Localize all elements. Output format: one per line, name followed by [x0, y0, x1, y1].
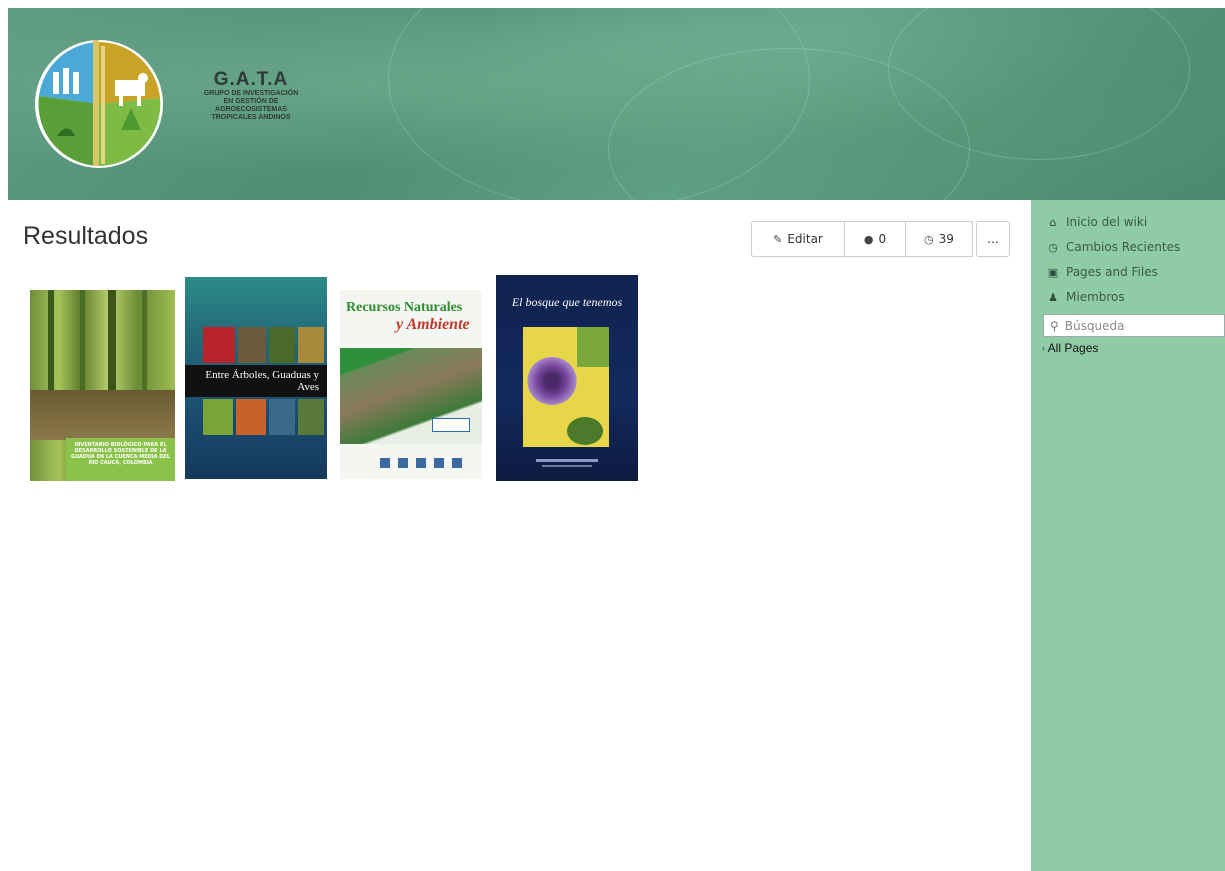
- sidebar-item-label: Inicio del wiki: [1066, 215, 1148, 229]
- logo-subtitle-line: TROPICALES ANDINOS: [211, 114, 291, 121]
- bird-photo: [269, 327, 295, 363]
- comments-icon: ●: [863, 232, 874, 246]
- file-icon: ▣: [1047, 265, 1059, 279]
- leaf-shape: [577, 327, 609, 367]
- pencil-icon: ✎: [773, 232, 783, 246]
- publisher-logo: [432, 418, 470, 432]
- logo-subtitle-line: AGROECOSISTEMAS: [215, 106, 287, 113]
- cover-title-line1: Recursos Naturales: [346, 300, 463, 315]
- bird-photo: [298, 327, 324, 363]
- book-cover-birds[interactable]: Entre Árboles, Guaduas y Aves: [185, 277, 327, 479]
- cover-title-line2: y Ambiente: [396, 316, 470, 333]
- flower-photo: [523, 327, 609, 447]
- edit-button[interactable]: ✎ Editar: [751, 221, 845, 257]
- gata-logo-icon[interactable]: [33, 38, 165, 170]
- page-toolbar: ✎ Editar ● 0 ◷ 39 ...: [751, 221, 1010, 257]
- comments-button[interactable]: ● 0: [844, 221, 906, 257]
- sidebar-item-label: Cambios Recientes: [1066, 240, 1181, 254]
- logo-subtitle-line: GRUPO DE INVESTIGACIÓN: [203, 90, 299, 97]
- bird-photo: [238, 327, 266, 363]
- search-box[interactable]: ⚲: [1043, 314, 1225, 337]
- bird-photo: [203, 399, 233, 435]
- logo-text: G.A.T.A GRUPO DE INVESTIGACIÓN EN GESTIÓ…: [176, 70, 326, 122]
- cover-band-text: INVENTARIO BIOLÓGICO PARA EL DESARROLLO …: [66, 438, 175, 481]
- header-banner: G.A.T.A GRUPO DE INVESTIGACIÓN EN GESTIÓ…: [8, 8, 1225, 200]
- home-icon: ⌂: [1049, 215, 1057, 229]
- sidebar-item-home[interactable]: ⌂ Inicio del wiki: [1047, 215, 1148, 229]
- logo-subtitle: GRUPO DE INVESTIGACIÓN EN GESTIÓN DE AGR…: [176, 90, 326, 122]
- bird-photo: [203, 327, 235, 363]
- page-title: Resultados: [23, 222, 149, 250]
- author-line: [536, 459, 598, 462]
- more-label: ...: [987, 232, 999, 246]
- clock-icon: ◷: [924, 232, 934, 246]
- sidebar-item-label: Miembros: [1066, 290, 1125, 304]
- cover-title: El bosque que tenemos: [511, 295, 623, 309]
- cover-title: Entre Árboles, Guaduas y Aves: [185, 365, 327, 397]
- sidebar-item-members[interactable]: ♟ Miembros: [1047, 290, 1125, 304]
- leaf-shape: [567, 417, 603, 445]
- search-input[interactable]: [1062, 317, 1217, 334]
- sidebar: ⌂ Inicio del wiki ◷ Cambios Recientes ▣ …: [1031, 200, 1225, 871]
- chevron-right-icon: ›: [1042, 343, 1045, 353]
- bird-photo: [236, 399, 266, 435]
- edit-label: Editar: [787, 232, 823, 246]
- sidebar-item-recent-changes[interactable]: ◷ Cambios Recientes: [1047, 240, 1180, 254]
- search-icon: ⚲: [1050, 318, 1059, 333]
- history-button[interactable]: ◷ 39: [905, 221, 973, 257]
- all-pages-label: All Pages: [1047, 341, 1099, 355]
- bird-photo: [269, 399, 295, 435]
- sidebar-item-label: Pages and Files: [1066, 265, 1158, 279]
- bird-photo: [298, 399, 324, 435]
- sponsor-logos: [380, 458, 470, 468]
- clock-icon: ◷: [1048, 240, 1058, 254]
- book-cover-bosque[interactable]: El bosque que tenemos: [496, 275, 638, 481]
- all-pages-link[interactable]: › All Pages: [1042, 341, 1098, 355]
- user-icon: ♟: [1048, 290, 1058, 304]
- book-cover-guadua[interactable]: INVENTARIO BIOLÓGICO PARA EL DESARROLLO …: [30, 290, 175, 481]
- comments-count: 0: [878, 232, 887, 246]
- author-line: [542, 465, 592, 467]
- history-count: 39: [938, 232, 954, 246]
- flower-bloom: [527, 357, 577, 405]
- sidebar-item-pages-files[interactable]: ▣ Pages and Files: [1047, 265, 1158, 279]
- logo-subtitle-line: EN GESTIÓN DE: [223, 98, 279, 105]
- book-cover-recursos[interactable]: Recursos Naturales y Ambiente: [340, 290, 482, 479]
- logo-title: G.A.T.A: [213, 69, 289, 90]
- forest-floor: [30, 390, 175, 440]
- more-button[interactable]: ...: [976, 221, 1010, 257]
